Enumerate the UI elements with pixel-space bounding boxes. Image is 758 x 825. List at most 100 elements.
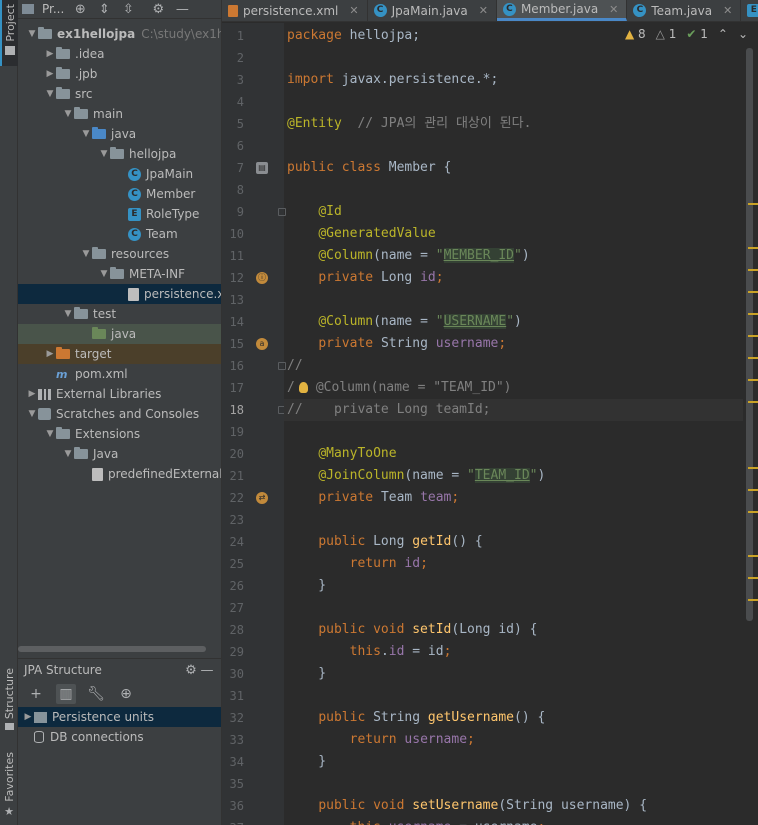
code-line[interactable] — [284, 289, 743, 311]
code-line[interactable]: @Column(name = "MEMBER_ID") — [284, 245, 743, 267]
tree-item[interactable]: ▼ ex1hellojpa C:\study\ex1he — [18, 24, 221, 44]
chevron-right-icon[interactable]: ▶ — [22, 712, 34, 722]
tree-item[interactable]: ▼ main — [18, 104, 221, 124]
close-icon[interactable]: ✕ — [479, 4, 488, 17]
code-line[interactable]: this.username = username; — [284, 817, 743, 825]
chevron-up-icon[interactable]: ⌃ — [718, 27, 728, 41]
warning-marker[interactable] — [748, 489, 758, 491]
add-icon[interactable]: + — [26, 684, 46, 704]
chevron-down-icon[interactable]: ▼ — [26, 409, 38, 419]
chevron-down-icon[interactable]: ▼ — [26, 29, 38, 39]
tree-item[interactable]: ▶ .idea — [18, 44, 221, 64]
jpa-item-persistence-units[interactable]: ▶ Persistence units — [18, 707, 221, 727]
warning-marker[interactable] — [748, 379, 758, 381]
tree-item[interactable]: C Team — [18, 224, 221, 244]
code-line[interactable]: private Long id; — [284, 267, 743, 289]
tree-item[interactable]: ▼ java — [18, 124, 221, 144]
locate-icon[interactable]: ⊕ — [72, 2, 88, 17]
tree-item[interactable]: C JpaMain — [18, 164, 221, 184]
warning-marker[interactable] — [748, 247, 758, 249]
code-line[interactable] — [284, 179, 743, 201]
close-icon[interactable]: ✕ — [723, 4, 732, 17]
wrench-icon[interactable]: 🔧︎ — [86, 684, 106, 704]
code-area[interactable]: package hellojpa; import javax.persistenc… — [284, 23, 743, 825]
expand-all-icon[interactable]: ⇕ — [96, 2, 112, 17]
warning-marker[interactable] — [748, 555, 758, 557]
tree-item[interactable]: E RoleType — [18, 204, 221, 224]
code-line[interactable]: @GeneratedValue — [284, 223, 743, 245]
chevron-right-icon[interactable]: ▶ — [44, 349, 56, 359]
code-line[interactable]: private Team team; — [284, 487, 743, 509]
chevron-down-icon[interactable]: ▼ — [98, 269, 110, 279]
structure-tool-tab[interactable]: Structure — [0, 668, 18, 731]
code-line[interactable]: // — [284, 355, 743, 377]
collapse-all-icon[interactable]: ⇳ — [120, 2, 136, 17]
warning-marker[interactable] — [748, 291, 758, 293]
gear-icon[interactable]: ⚙ — [183, 663, 199, 678]
code-line[interactable]: // private Long teamId; — [284, 399, 743, 421]
tree-item[interactable]: ▼ test — [18, 304, 221, 324]
typos-count[interactable]: ✔ 1 — [686, 27, 708, 41]
code-line[interactable]: @Entity // JPA의 관리 대상이 된다. — [284, 113, 743, 135]
chevron-down-icon[interactable]: ▼ — [98, 149, 110, 159]
tree-item[interactable]: m pom.xml — [18, 364, 221, 384]
code-line[interactable]: public String getUsername() { — [284, 707, 743, 729]
warning-marker[interactable] — [748, 269, 758, 271]
editor-tab[interactable]: C JpaMain.java ✕ — [368, 0, 497, 21]
warning-marker[interactable] — [748, 401, 758, 403]
favorites-tool-tab[interactable]: Favorites ★ — [0, 752, 18, 818]
code-line[interactable]: } — [284, 663, 743, 685]
code-line[interactable]: } — [284, 751, 743, 773]
code-line[interactable] — [284, 509, 743, 531]
warning-marker[interactable] — [748, 335, 758, 337]
chevron-down-icon[interactable]: ▼ — [80, 249, 92, 259]
tree-item[interactable]: ▼ resources — [18, 244, 221, 264]
tree-item[interactable]: ▶ .jpb — [18, 64, 221, 84]
close-icon[interactable]: ✕ — [609, 3, 618, 16]
code-line[interactable]: @JoinColumn(name = "TEAM_ID") — [284, 465, 743, 487]
chevron-right-icon[interactable]: ▶ — [44, 69, 56, 79]
code-line[interactable]: @Id — [284, 201, 743, 223]
code-line[interactable] — [284, 685, 743, 707]
code-line[interactable]: return id; — [284, 553, 743, 575]
code-line[interactable]: @Column(name = "USERNAME") — [284, 311, 743, 333]
chevron-down-icon[interactable]: ▼ — [62, 449, 74, 459]
tree-item[interactable]: ▶ target — [18, 344, 221, 364]
jpa-item-db-connections[interactable]: DB connections — [18, 727, 221, 747]
tree-horizontal-scrollbar[interactable] — [18, 646, 206, 652]
code-line[interactable]: private String username; — [284, 333, 743, 355]
chevron-down-icon[interactable]: ▼ — [62, 109, 74, 119]
code-line[interactable] — [284, 421, 743, 443]
tree-item[interactable]: ▼ Java — [18, 444, 221, 464]
code-line[interactable]: public void setId(Long id) { — [284, 619, 743, 641]
close-icon[interactable]: ✕ — [349, 4, 358, 17]
warning-marker[interactable] — [748, 599, 758, 601]
warning-marker[interactable] — [748, 203, 758, 205]
code-line[interactable]: } — [284, 575, 743, 597]
warning-marker[interactable] — [748, 357, 758, 359]
inspection-widget[interactable]: ▲ 8 △ 1 ✔ 1 ⌃ ⌄ — [625, 27, 748, 41]
minimize-icon[interactable]: — — [174, 2, 190, 17]
tree-item[interactable]: ▼ META-INF — [18, 264, 221, 284]
code-line[interactable]: / @Column(name = "TEAM_ID") — [284, 377, 743, 399]
chevron-down-icon[interactable]: ▼ — [44, 429, 56, 439]
code-line[interactable] — [284, 597, 743, 619]
tree-item[interactable]: ▼ Extensions — [18, 424, 221, 444]
tree-item[interactable]: predefinedExternalA — [18, 464, 221, 484]
tree-item[interactable]: persistence.xml — [18, 284, 221, 304]
chevron-right-icon[interactable]: ▶ — [44, 49, 56, 59]
lightbulb-icon[interactable] — [298, 382, 308, 393]
weak-warnings-count[interactable]: △ 1 — [656, 27, 677, 41]
code-line[interactable]: import javax.persistence.*; — [284, 69, 743, 91]
code-line[interactable] — [284, 135, 743, 157]
column-mapping-icon[interactable]: a — [256, 338, 268, 350]
chevron-down-icon[interactable]: ▼ — [62, 309, 74, 319]
chevron-down-icon[interactable]: ▼ — [44, 89, 56, 99]
chevron-down-icon[interactable]: ▼ — [80, 129, 92, 139]
project-tool-tab[interactable]: Project — [0, 0, 18, 66]
warning-marker[interactable] — [748, 511, 758, 513]
minimize-icon[interactable]: — — [199, 663, 215, 678]
tree-item[interactable]: ▼ src — [18, 84, 221, 104]
relation-mapping-icon[interactable]: ⇄ — [256, 492, 268, 504]
show-entities-icon[interactable]: ▥ — [56, 684, 76, 704]
